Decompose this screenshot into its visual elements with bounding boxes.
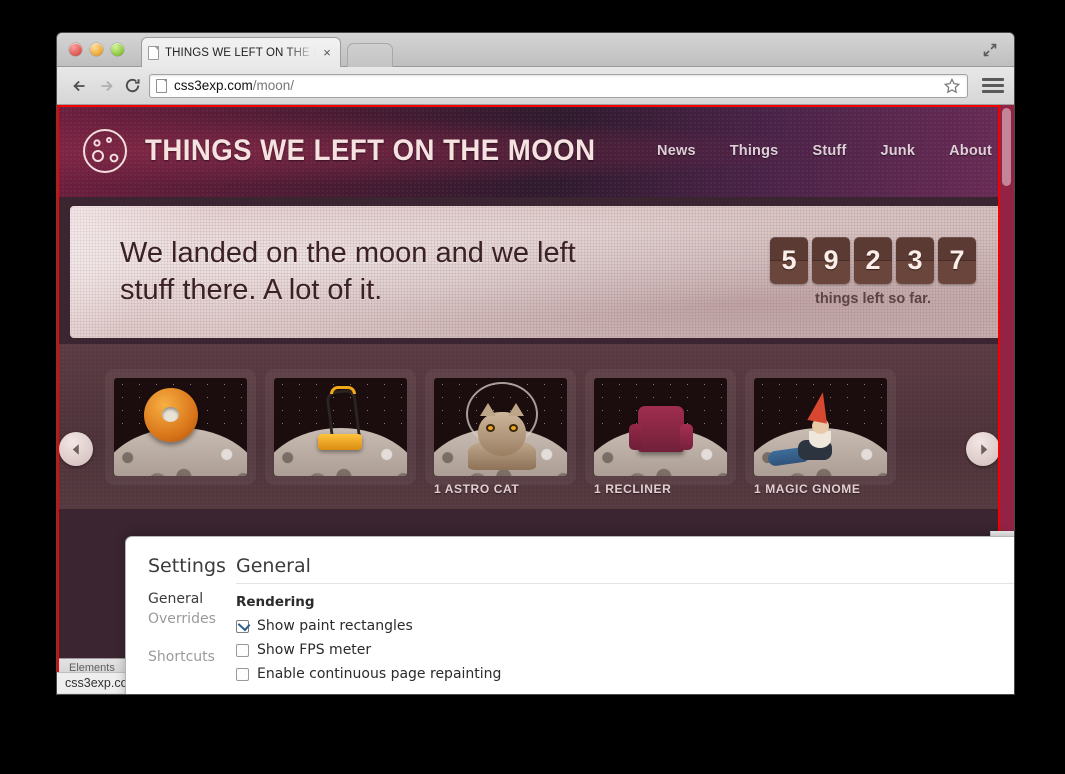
nav-item-about[interactable]: About xyxy=(949,143,992,159)
list-item[interactable]: 1 ASTRO CAT xyxy=(434,378,567,496)
settings-dialog: Settings General General Overrides Short… xyxy=(125,536,1014,694)
cat-head-icon xyxy=(478,403,526,456)
things-counter: 5 9 2 3 7 xyxy=(770,237,976,284)
minimize-window-button[interactable] xyxy=(90,43,103,56)
thumbnail-image-recliner xyxy=(594,378,727,476)
hero-headline: We landed on the moon and we left stuff … xyxy=(120,237,576,306)
counter-block: 5 9 2 3 7 things left so far. xyxy=(770,237,976,307)
show-fps-meter-checkbox[interactable] xyxy=(236,643,249,657)
thumbnail-label: 1 MAGIC GNOME xyxy=(754,482,861,496)
list-item[interactable] xyxy=(274,378,407,476)
hero-banner: We landed on the moon and we left stuff … xyxy=(70,206,1002,338)
page-favicon-icon xyxy=(148,45,159,60)
list-item[interactable] xyxy=(114,378,247,476)
settings-section-title: General xyxy=(236,555,311,577)
carousel-prev-button[interactable] xyxy=(59,432,93,466)
moon-icon xyxy=(81,127,129,175)
hamburger-menu-icon[interactable] xyxy=(982,73,1004,99)
nav-item-junk[interactable]: Junk xyxy=(880,143,915,159)
star-icon[interactable] xyxy=(943,77,961,95)
reload-button[interactable] xyxy=(119,73,145,99)
thumbnail-list: 1 ASTRO CAT 1 RECLINER 1 MAGIC GNOME xyxy=(69,344,1002,496)
bagel-object-icon xyxy=(144,388,198,442)
browser-tab[interactable]: THINGS WE LEFT ON THE MOON × xyxy=(141,37,341,67)
mower-body-icon xyxy=(318,434,362,450)
counter-digit: 3 xyxy=(896,237,934,284)
show-paint-rectangles-checkbox[interactable] xyxy=(236,619,249,633)
page-scrollbar-thumb[interactable] xyxy=(1002,108,1011,186)
url-text: css3exp.com/moon/ xyxy=(174,78,294,93)
settings-body: General Overrides Shortcuts Rendering Sh… xyxy=(126,583,1014,690)
mower-top-icon xyxy=(330,386,356,394)
show-paint-rectangles-label: Show paint rectangles xyxy=(257,618,413,634)
counter-digit: 5 xyxy=(770,237,808,284)
thumbnail-image-mower xyxy=(274,378,407,476)
url-path: /moon/ xyxy=(252,78,295,93)
checkbox-row-show-paint-rectangles[interactable]: Show paint rectangles xyxy=(236,618,1014,634)
mower-handle-icon xyxy=(325,388,361,440)
list-item[interactable]: 1 MAGIC GNOME xyxy=(754,378,887,496)
site-header: THINGS WE LEFT ON THE MOON News Things S… xyxy=(57,105,1014,197)
browser-window: THINGS WE LEFT ON THE MOON × xyxy=(57,33,1014,694)
window-controls xyxy=(69,43,124,56)
counter-digit: 2 xyxy=(854,237,892,284)
counter-digit: 7 xyxy=(938,237,976,284)
back-button[interactable] xyxy=(67,73,93,99)
tab-title: THINGS WE LEFT ON THE MOON xyxy=(165,46,320,59)
thumbnail-image-bagel xyxy=(114,378,247,476)
close-window-button[interactable] xyxy=(69,43,82,56)
thumbnail-label: 1 RECLINER xyxy=(594,482,672,496)
checkbox-row-show-fps-meter[interactable]: Show FPS meter xyxy=(236,642,1014,658)
settings-content: Rendering Show paint rectangles Show FPS… xyxy=(236,583,1014,690)
settings-nav-overrides[interactable]: Overrides xyxy=(148,611,236,627)
show-fps-meter-label: Show FPS meter xyxy=(257,642,372,658)
site-title: THINGS WE LEFT ON THE MOON xyxy=(145,134,596,167)
checkbox-row-continuous-repainting[interactable]: Enable continuous page repainting xyxy=(236,666,1014,682)
thumbnail-image-magic-gnome xyxy=(754,378,887,476)
maximize-window-button[interactable] xyxy=(111,43,124,56)
carousel-next-button[interactable] xyxy=(966,432,1000,466)
settings-nav-spacer xyxy=(148,631,236,645)
settings-header: Settings General xyxy=(126,537,1014,577)
nav-item-news[interactable]: News xyxy=(657,143,696,159)
close-tab-icon[interactable]: × xyxy=(320,46,334,60)
settings-nav-shortcuts[interactable]: Shortcuts xyxy=(148,649,236,665)
address-bar[interactable]: css3exp.com/moon/ xyxy=(149,73,968,98)
continuous-repainting-label: Enable continuous page repainting xyxy=(257,666,502,682)
counter-label: things left so far. xyxy=(814,291,931,307)
counter-digit: 9 xyxy=(812,237,850,284)
browser-toolbar: css3exp.com/moon/ xyxy=(57,67,1014,105)
nav-item-things[interactable]: Things xyxy=(730,143,779,159)
url-domain: css3exp.com xyxy=(174,78,253,93)
recliner-object-icon xyxy=(629,406,693,452)
settings-nav-general[interactable]: General xyxy=(148,591,236,607)
thumbnail-carousel: 1 ASTRO CAT 1 RECLINER 1 MAGIC GNOME xyxy=(57,344,1014,509)
list-item[interactable]: 1 RECLINER xyxy=(594,378,727,496)
settings-title: Settings xyxy=(148,555,226,577)
nav-item-stuff[interactable]: Stuff xyxy=(812,143,846,159)
site-nav: News Things Stuff Junk About xyxy=(657,143,992,159)
screen: THINGS WE LEFT ON THE MOON × xyxy=(0,0,1065,774)
rendering-group-title: Rendering xyxy=(236,594,315,610)
fullscreen-icon[interactable] xyxy=(982,42,998,58)
settings-nav: General Overrides Shortcuts xyxy=(126,591,236,690)
thumbnail-image-astro-cat xyxy=(434,378,567,476)
forward-button[interactable] xyxy=(93,73,119,99)
tab-strip: THINGS WE LEFT ON THE MOON × xyxy=(57,33,1014,67)
new-tab-button[interactable] xyxy=(347,43,393,67)
thumbnail-label: 1 ASTRO CAT xyxy=(434,482,520,496)
page-info-icon xyxy=(156,78,167,93)
continuous-repainting-checkbox[interactable] xyxy=(236,667,249,681)
cat-eyes-icon xyxy=(486,424,518,432)
